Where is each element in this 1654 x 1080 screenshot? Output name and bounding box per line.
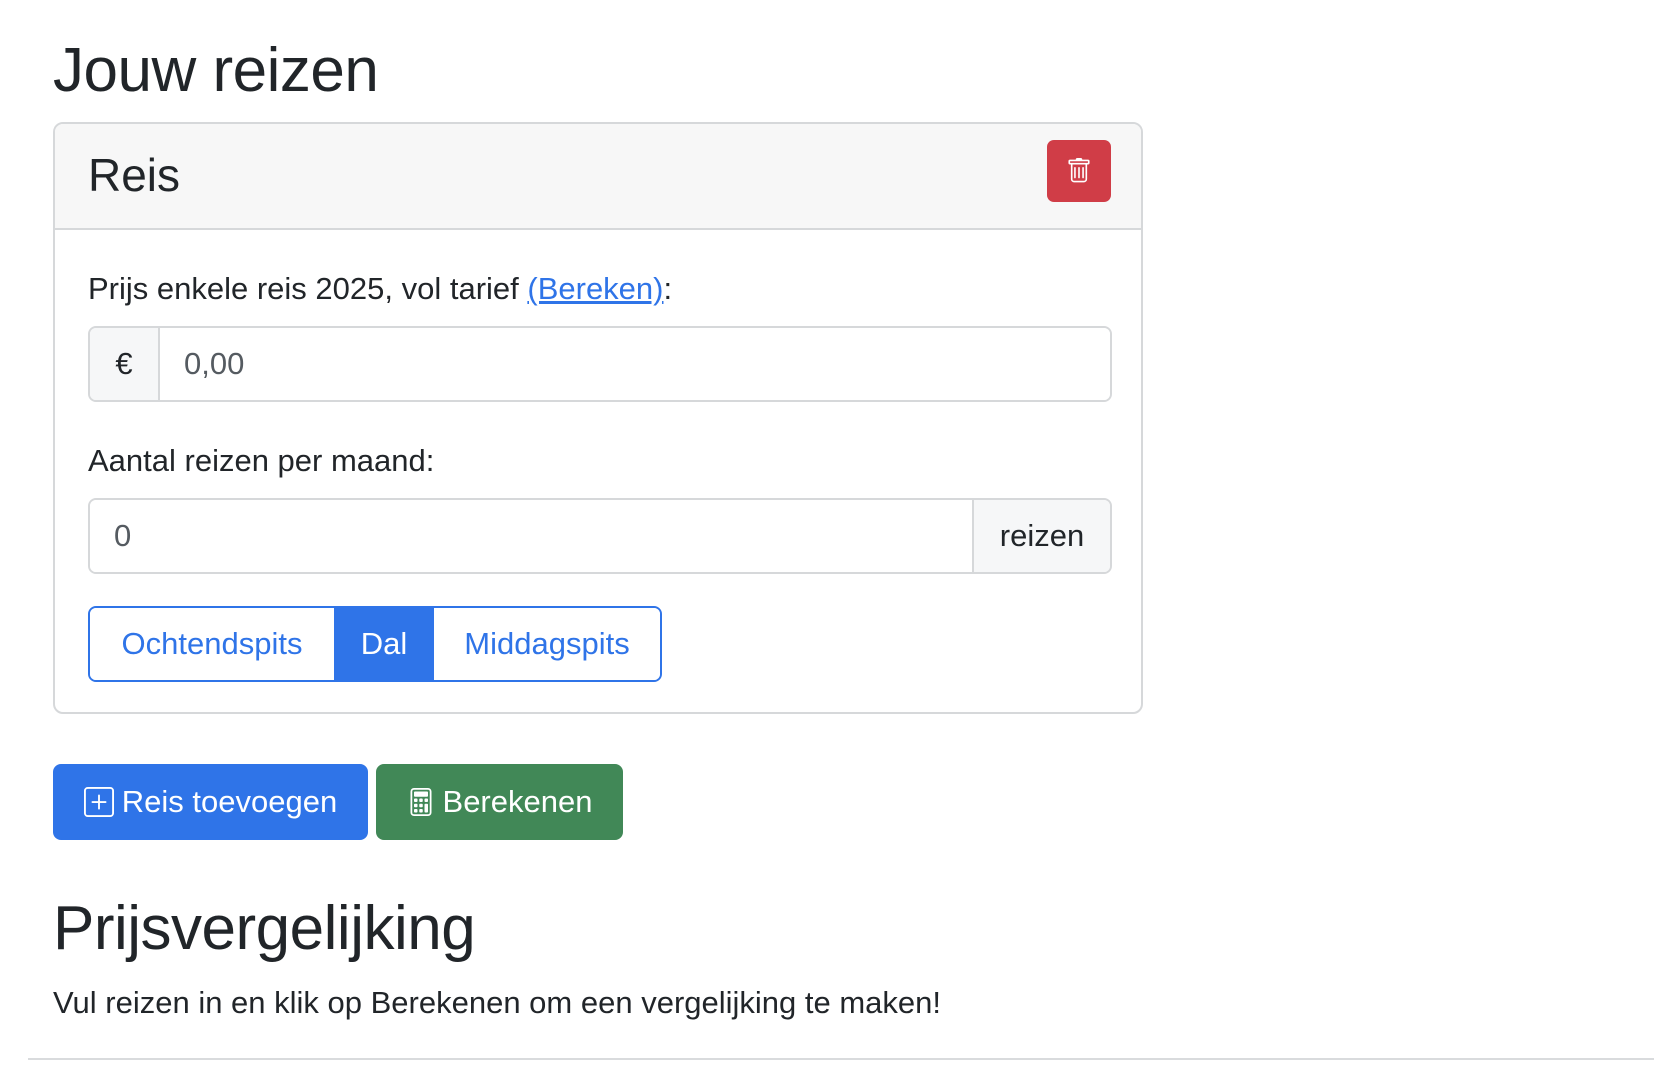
currency-addon: € [90, 328, 160, 400]
trip-card-title: Reis [88, 149, 181, 201]
comparison-title: Prijsvergelijking [53, 894, 476, 963]
price-input-group: € [88, 326, 1112, 402]
trip-count-input-group: reizen [88, 498, 1112, 574]
trips-title: Jouw reizen [53, 36, 379, 105]
price-input[interactable] [160, 328, 1110, 400]
trip-card-header: Reis [55, 124, 1141, 230]
price-label-colon: : [663, 271, 673, 306]
footer-divider [28, 1058, 1654, 1060]
option-dal[interactable]: Dal [334, 608, 432, 680]
add-trip-button[interactable]: Reis toevoegen [53, 764, 368, 840]
delete-trip-button[interactable] [1047, 140, 1111, 202]
add-trip-label: Reis toevoegen [121, 784, 338, 819]
price-label-text: Prijs enkele reis 2025, vol tarief [88, 271, 528, 306]
calculate-button[interactable]: Berekenen [376, 764, 623, 840]
calculate-price-link[interactable]: (Bereken) [527, 271, 663, 306]
trip-card: Reis Prijs enkele reis 2025, vol tarief … [53, 122, 1143, 714]
calculate-label: Berekenen [442, 784, 593, 819]
trip-count-label: Aantal reizen per maand: [88, 443, 435, 478]
plus-square-icon [83, 787, 114, 817]
option-ochtendspits[interactable]: Ochtendspits [90, 608, 334, 680]
option-middagspits[interactable]: Middagspits [432, 608, 660, 680]
comparison-intro-text: Vul reizen in en klik op Berekenen om ee… [53, 985, 942, 1020]
time-of-day-toggle: Ochtendspits Dal Middagspits [88, 606, 662, 682]
trash-icon [1068, 158, 1090, 183]
trip-count-input[interactable] [90, 500, 972, 572]
trip-count-unit: reizen [972, 500, 1110, 572]
price-label: Prijs enkele reis 2025, vol tarief (Bere… [88, 270, 672, 307]
calculator-icon [410, 788, 432, 816]
page: Jouw reizen Reis Prijs enkele reis 2025,… [0, 0, 1654, 1080]
